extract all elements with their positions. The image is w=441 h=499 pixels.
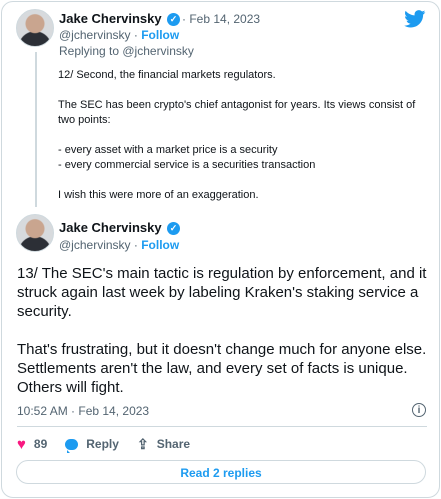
tweet-embed-card: Jake Chervinsky ✓ · Feb 14, 2023 @jcherv…	[1, 1, 440, 498]
share-button[interactable]: ⇪ Share	[137, 436, 190, 453]
thread-connector-line	[35, 52, 37, 207]
reply-button[interactable]: Reply	[65, 437, 119, 453]
follow-button[interactable]: Follow	[141, 28, 179, 42]
tweet-paragraph: 13/ The SEC's main tactic is regulation …	[17, 265, 427, 320]
read-replies-button[interactable]: Read 2 replies	[16, 460, 426, 484]
tweet-text: 13/ The SEC's main tactic is regulation …	[17, 264, 429, 397]
like-button[interactable]: ♥ 89	[17, 437, 47, 452]
handle-follow-row: @jchervinsky · Follow	[59, 238, 180, 252]
share-label: Share	[156, 437, 191, 451]
avatar[interactable]	[16, 214, 54, 252]
author-handle[interactable]: @jchervinsky	[59, 28, 131, 42]
tweet-paragraph: I wish this were more of an exaggeration…	[58, 189, 259, 201]
tweet-paragraph: - every asset with a market price is a s…	[58, 144, 278, 156]
tweet-paragraph: The SEC has been crypto's chief antagoni…	[58, 99, 416, 126]
tweet-paragraph: That's frustrating, but it doesn't chang…	[17, 341, 427, 396]
heart-icon: ♥	[17, 435, 26, 453]
author-name[interactable]: Jake Chervinsky	[59, 11, 162, 26]
twitter-bird-icon[interactable]	[404, 10, 426, 28]
reply-icon	[65, 438, 79, 453]
author-name[interactable]: Jake Chervinsky	[59, 220, 162, 235]
share-icon: ⇪	[136, 435, 149, 452]
author-handle[interactable]: @jchervinsky	[59, 238, 131, 252]
avatar[interactable]	[16, 9, 54, 47]
verified-badge-icon: ✓	[167, 13, 180, 26]
quoted-tweet-text: 12/ Second, the financial markets regula…	[58, 68, 428, 203]
tweet-timestamp[interactable]: 10:52 AM · Feb 14, 2023	[17, 404, 149, 418]
tweet-actions: ♥ 89 Reply ⇪ Share	[17, 436, 208, 453]
verified-badge-icon: ✓	[167, 222, 180, 235]
like-count: 89	[33, 437, 48, 451]
replying-to[interactable]: Replying to @jchervinsky	[59, 44, 194, 58]
divider	[17, 426, 427, 427]
follow-button[interactable]: Follow	[141, 238, 179, 252]
tweet-paragraph: - every commercial service is a securiti…	[58, 159, 316, 171]
tweet-date[interactable]: · Feb 14, 2023	[182, 12, 260, 26]
tweet-paragraph: 12/ Second, the financial markets regula…	[58, 69, 276, 81]
handle-follow-row: @jchervinsky · Follow	[59, 28, 180, 42]
info-icon[interactable]: i	[412, 403, 426, 417]
reply-label: Reply	[86, 437, 119, 451]
